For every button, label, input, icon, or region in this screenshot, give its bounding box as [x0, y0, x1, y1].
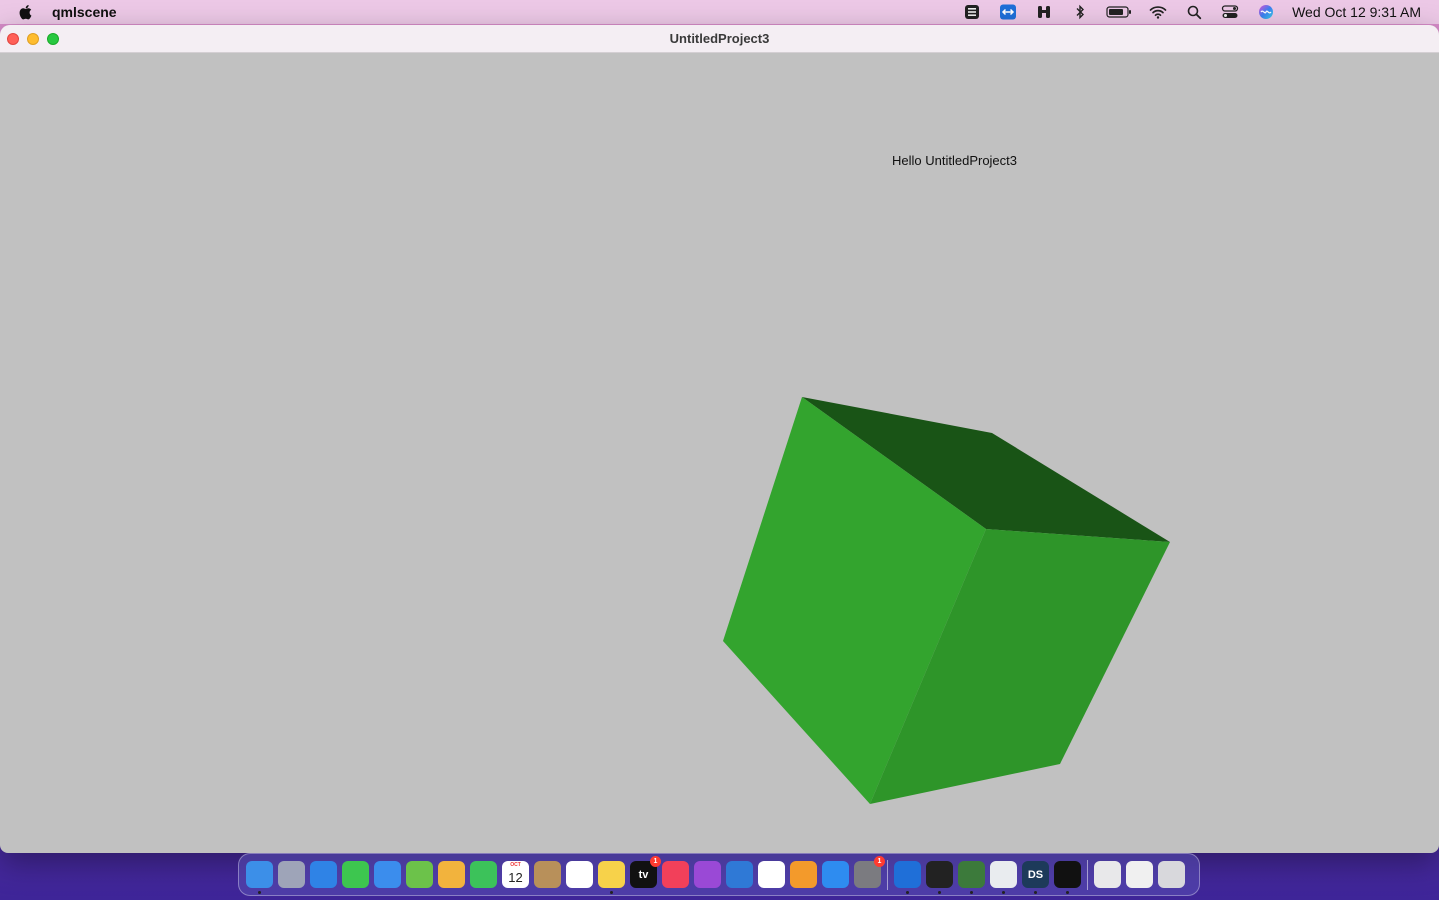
dock-item-label: tv	[638, 868, 649, 881]
console-icon[interactable]	[1054, 861, 1081, 894]
teamviewer-dock-icon[interactable]	[894, 861, 921, 894]
app-menu-name[interactable]: qmlscene	[52, 4, 117, 20]
menu-bar-clock[interactable]: Wed Oct 12 9:31 AM	[1292, 4, 1421, 20]
dock-separator	[887, 859, 888, 890]
running-indicator	[938, 891, 941, 894]
launchpad-icon[interactable]	[278, 861, 305, 888]
status-area: Wed Oct 12 9:31 AM	[946, 0, 1421, 24]
binoculars-icon[interactable]	[1034, 4, 1054, 20]
running-indicator	[258, 891, 261, 894]
podcasts-icon[interactable]	[694, 861, 721, 888]
maps-icon[interactable]	[406, 861, 433, 888]
finder-icon[interactable]	[246, 861, 273, 894]
java-icon[interactable]	[990, 861, 1017, 894]
safari-icon[interactable]	[310, 861, 337, 888]
screen-sharing-icon[interactable]	[1126, 861, 1153, 888]
minimize-button[interactable]	[27, 33, 39, 45]
dock-item-label: DS	[1027, 868, 1044, 881]
calendar-icon[interactable]: OCT 12	[502, 861, 529, 888]
spotlight-search-icon[interactable]	[1184, 4, 1204, 20]
bluetooth-icon[interactable]	[1070, 4, 1090, 20]
contacts-icon[interactable]	[534, 861, 561, 888]
dock: OCT 12 tv 1 1 DS	[238, 853, 1200, 896]
documents-folder-icon[interactable]	[1094, 861, 1121, 888]
keyboard-layout-icon[interactable]	[962, 4, 982, 20]
notes-icon[interactable]	[598, 861, 625, 894]
apple-tv-icon[interactable]: tv 1	[630, 856, 661, 888]
trash-icon[interactable]	[1158, 861, 1185, 888]
running-indicator	[1034, 891, 1037, 894]
reminders-icon[interactable]	[566, 861, 593, 888]
pages-icon[interactable]	[790, 861, 817, 888]
messages-icon[interactable]	[342, 861, 369, 888]
window-title: UntitledProject3	[669, 31, 770, 46]
battery-icon[interactable]	[1106, 4, 1132, 20]
numbers-icon[interactable]	[758, 861, 785, 888]
qt-design-icon[interactable]	[958, 861, 985, 894]
running-indicator	[1002, 891, 1005, 894]
menu-bar: qmlscene Wed Oct 12 9:31 AM	[0, 0, 1439, 24]
control-center-icon[interactable]	[1220, 4, 1240, 20]
apple-menu-icon[interactable]	[17, 3, 35, 21]
photos-icon[interactable]	[438, 861, 465, 888]
3d-viewport[interactable]	[0, 53, 1439, 853]
hello-text: Hello UntitledProject3	[892, 153, 1018, 168]
app-window: UntitledProject3 Hello UntitledProject3	[0, 25, 1439, 853]
dock-item-label: 12	[508, 869, 523, 885]
notification-badge: 1	[650, 856, 661, 867]
zoom-button[interactable]	[47, 33, 59, 45]
system-preferences-icon[interactable]: 1	[854, 856, 885, 888]
running-indicator	[906, 891, 909, 894]
siri-icon[interactable]	[1256, 4, 1276, 20]
facetime-icon[interactable]	[470, 861, 497, 888]
notification-badge: 1	[874, 856, 885, 867]
window-controls	[7, 33, 67, 45]
app-store-icon[interactable]	[822, 861, 849, 888]
wifi-icon[interactable]	[1148, 4, 1168, 20]
teamviewer-icon[interactable]	[998, 4, 1018, 20]
running-indicator	[970, 891, 973, 894]
running-indicator	[610, 891, 613, 894]
window-titlebar[interactable]: UntitledProject3	[0, 25, 1439, 53]
calendar-month-label: OCT	[510, 862, 521, 868]
qt-design-studio-icon[interactable]: DS	[1022, 861, 1049, 894]
terminal-icon[interactable]	[926, 861, 953, 894]
keynote-icon[interactable]	[726, 861, 753, 888]
music-icon[interactable]	[662, 861, 689, 888]
running-indicator	[1066, 891, 1069, 894]
dock-separator	[1087, 859, 1088, 890]
mail-icon[interactable]	[374, 861, 401, 888]
close-button[interactable]	[7, 33, 19, 45]
